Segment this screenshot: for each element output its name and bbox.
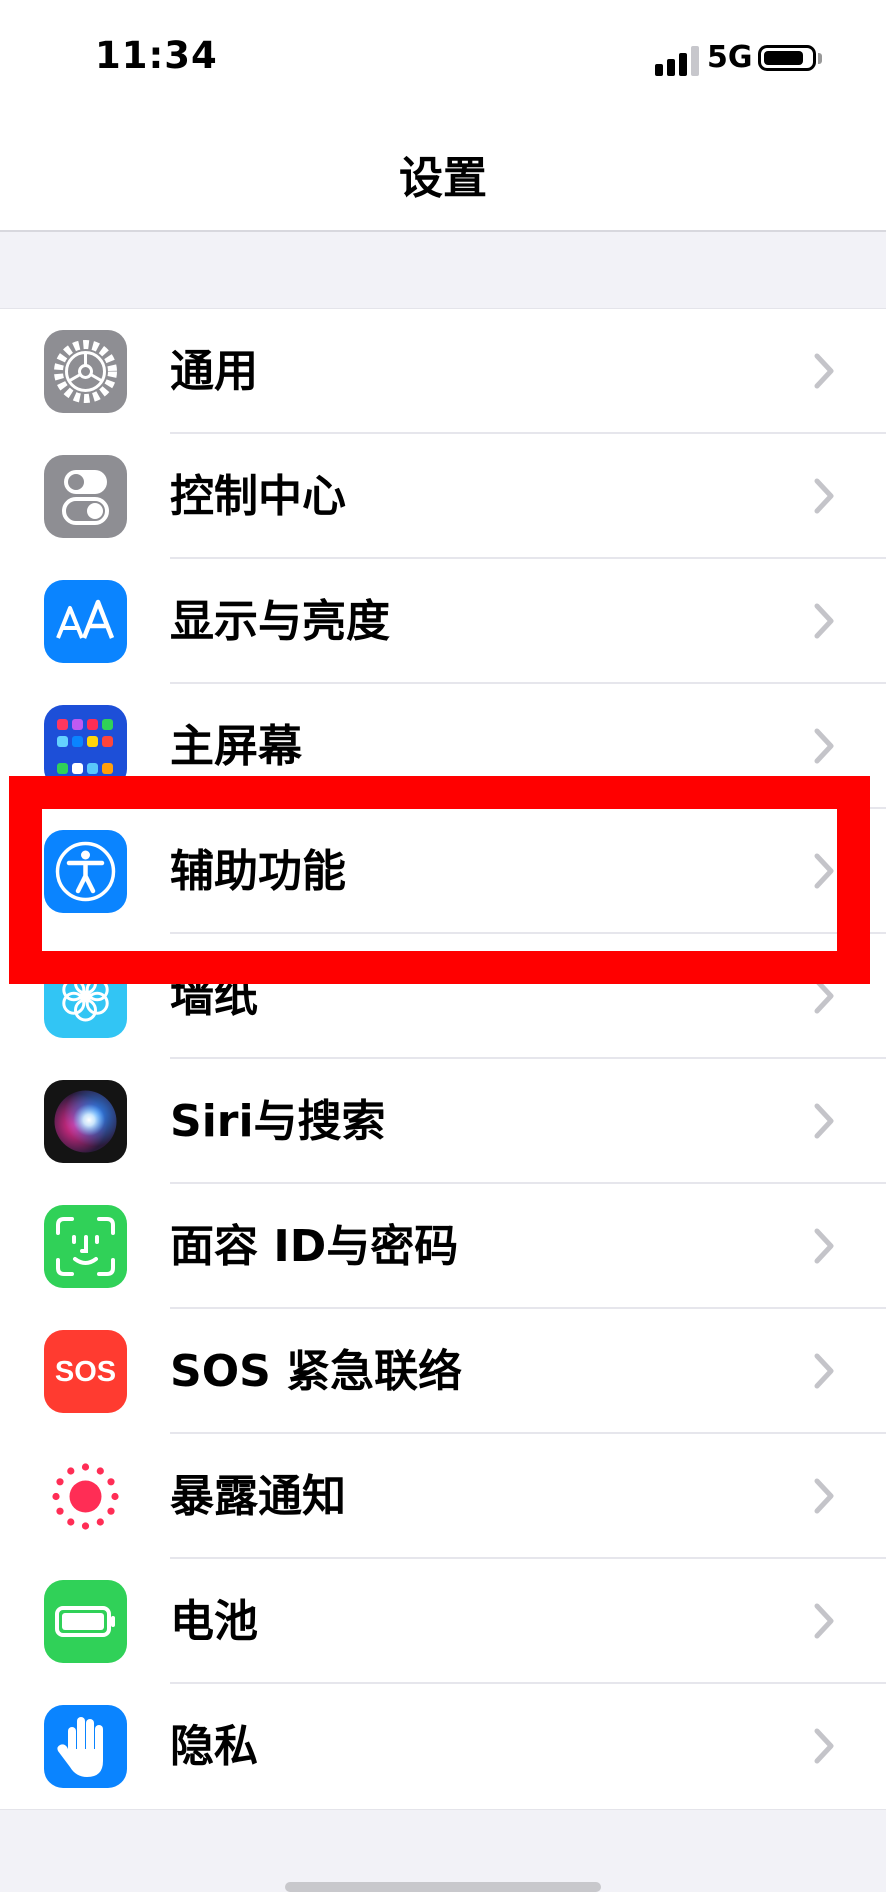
chevron-right-icon [814, 978, 834, 1014]
chevron-right-icon [814, 728, 834, 764]
settings-item-wallpaper[interactable]: 墙纸 [0, 934, 886, 1059]
settings-list: 通用 控制中心 显示与亮度 主屏幕 辅助功能 墙纸 Siri与搜索 面容 ID与… [0, 308, 886, 1810]
hand-icon [44, 1705, 127, 1788]
text-size-icon [44, 580, 127, 663]
toggles-icon [44, 455, 127, 538]
chevron-right-icon [814, 1728, 834, 1764]
settings-item-label: 墙纸 [170, 971, 258, 1022]
settings-item-label: 隐私 [170, 1721, 258, 1772]
settings-item-label: 面容 ID与密码 [170, 1221, 459, 1272]
settings-item-display-brightness[interactable]: 显示与亮度 [0, 559, 886, 684]
settings-item-label: SOS 紧急联络 [170, 1346, 463, 1397]
home-grid-icon [44, 705, 127, 788]
chevron-right-icon [814, 853, 834, 889]
sos-icon: SOS [44, 1330, 127, 1413]
chevron-right-icon [814, 1478, 834, 1514]
settings-item-battery[interactable]: 电池 [0, 1559, 886, 1684]
battery-icon [44, 1580, 127, 1663]
home-indicator [285, 1882, 601, 1892]
navigation-bar: 设置 [0, 110, 886, 232]
settings-item-face-id-passcode[interactable]: 面容 ID与密码 [0, 1184, 886, 1309]
chevron-right-icon [814, 603, 834, 639]
battery-cap [818, 53, 822, 64]
face-id-icon [44, 1205, 127, 1288]
settings-item-label: 控制中心 [170, 471, 346, 522]
chevron-right-icon [814, 1228, 834, 1264]
settings-item-label: 暴露通知 [170, 1471, 346, 1522]
settings-item-label: 电池 [170, 1596, 258, 1647]
battery-level [764, 51, 803, 65]
sos-icon-text: SOS [55, 1356, 116, 1388]
settings-item-general[interactable]: 通用 [0, 309, 886, 434]
cellular-signal-icon [655, 46, 699, 76]
settings-item-label: 主屏幕 [170, 721, 302, 772]
gear-icon [44, 330, 127, 413]
settings-item-label: 显示与亮度 [170, 596, 390, 647]
settings-item-exposure-notifications[interactable]: 暴露通知 [0, 1434, 886, 1559]
chevron-right-icon [814, 478, 834, 514]
settings-item-label: 辅助功能 [170, 846, 346, 897]
siri-icon [44, 1080, 127, 1163]
accessibility-icon [44, 830, 127, 913]
settings-item-siri-search[interactable]: Siri与搜索 [0, 1059, 886, 1184]
settings-item-privacy[interactable]: 隐私 [0, 1684, 886, 1809]
flower-icon [44, 955, 127, 1038]
settings-item-home-screen[interactable]: 主屏幕 [0, 684, 886, 809]
chevron-right-icon [814, 1603, 834, 1639]
settings-item-emergency-sos[interactable]: SOS SOS 紧急联络 [0, 1309, 886, 1434]
exposure-icon [44, 1455, 127, 1538]
battery-status-icon [758, 45, 816, 71]
status-time: 11:34 [95, 34, 218, 77]
settings-item-control-center[interactable]: 控制中心 [0, 434, 886, 559]
settings-item-label: Siri与搜索 [170, 1096, 386, 1147]
chevron-right-icon [814, 1103, 834, 1139]
chevron-right-icon [814, 1353, 834, 1389]
settings-item-label: 通用 [170, 346, 258, 397]
network-type: 5G [707, 40, 753, 75]
page-title: 设置 [399, 153, 487, 204]
settings-item-accessibility[interactable]: 辅助功能 [0, 809, 886, 934]
status-bar: 11:34 5G [0, 0, 886, 110]
chevron-right-icon [814, 353, 834, 389]
